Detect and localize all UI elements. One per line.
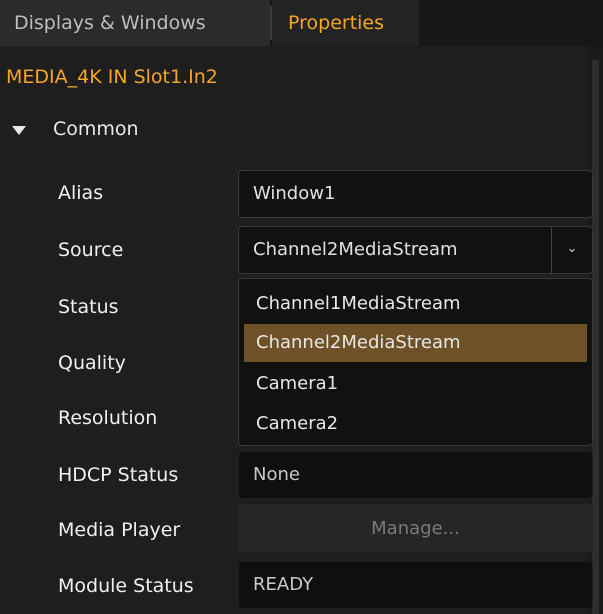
alias-field[interactable]: Window1 <box>238 170 593 218</box>
hdcp-status-value: None <box>238 451 593 499</box>
source-select[interactable]: Channel2MediaStream ⌄ <box>238 226 593 274</box>
chevron-down-icon[interactable]: ⌄ <box>551 227 592 273</box>
status-label: Status <box>58 296 119 318</box>
module-status-value: READY <box>238 561 593 609</box>
dropdown-option[interactable]: Channel1MediaStream <box>244 285 587 323</box>
quality-label: Quality <box>58 352 126 374</box>
tab-displays-windows[interactable]: Displays & Windows <box>0 0 270 46</box>
source-select-value: Channel2MediaStream <box>253 239 458 260</box>
hdcp-status-label: HDCP Status <box>58 464 179 486</box>
object-title: MEDIA_4K IN Slot1.In2 <box>6 66 218 88</box>
module-status-label: Module Status <box>58 575 194 597</box>
tab-properties-label: Properties <box>288 12 385 34</box>
dropdown-option[interactable]: Camera1 <box>244 365 587 403</box>
caret-down-icon[interactable] <box>12 126 26 135</box>
tab-bar: Displays & Windows Properties <box>0 0 603 46</box>
tab-properties[interactable]: Properties <box>272 0 419 46</box>
tab-displays-windows-label: Displays & Windows <box>14 12 206 34</box>
dropdown-option-selected[interactable]: Channel2MediaStream <box>244 324 587 362</box>
source-label: Source <box>58 239 124 261</box>
resolution-label: Resolution <box>58 407 158 429</box>
section-common-label[interactable]: Common <box>53 118 139 140</box>
dropdown-option[interactable]: Camera2 <box>244 405 587 443</box>
scrollbar-thumb[interactable] <box>592 60 599 614</box>
media-player-label: Media Player <box>58 519 181 541</box>
source-dropdown-list: Channel1MediaStream Channel2MediaStream … <box>238 278 593 446</box>
manage-button[interactable]: Manage... <box>238 504 593 552</box>
alias-label: Alias <box>58 182 104 204</box>
